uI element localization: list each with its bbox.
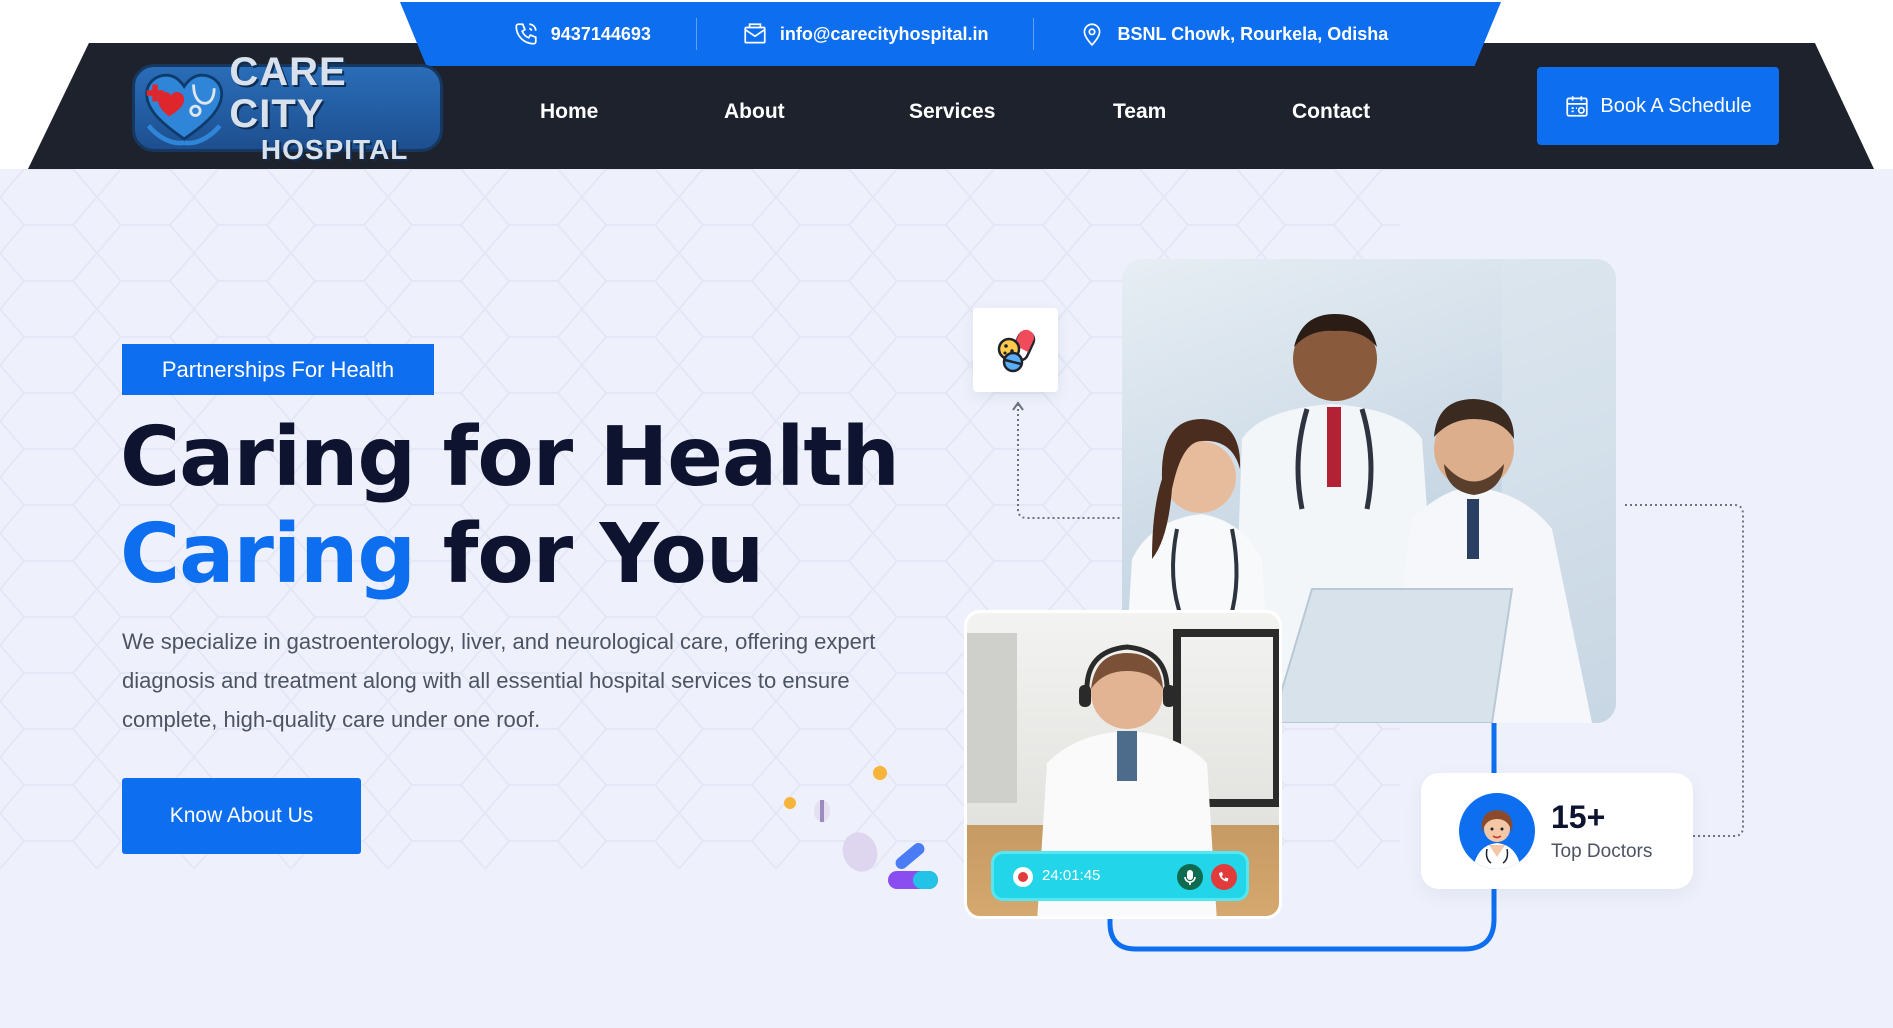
hospital-logo[interactable]: CARE CITY HOSPITAL xyxy=(132,51,443,165)
logo-text-care-city: CARE CITY xyxy=(229,50,347,136)
contact-topbar: 9437144693 info@carecityhospital.in BSNL… xyxy=(400,2,1501,66)
headline-accent-word: Caring xyxy=(120,507,416,602)
address-contact[interactable]: BSNL Chowk, Rourkela, Odisha xyxy=(1033,18,1433,50)
nav-item-home[interactable]: Home xyxy=(540,100,598,124)
book-schedule-button[interactable]: Book A Schedule xyxy=(1537,67,1779,145)
microphone-icon[interactable] xyxy=(1176,863,1204,891)
heart-stethoscope-logo-icon xyxy=(145,73,224,146)
book-schedule-label: Book A Schedule xyxy=(1600,94,1752,117)
email-address: info@carecityhospital.in xyxy=(779,23,989,44)
record-icon[interactable] xyxy=(1012,866,1034,888)
email-contact[interactable]: info@carecityhospital.in xyxy=(695,18,1034,50)
phone-icon xyxy=(515,23,537,45)
nav-item-contact[interactable]: Contact xyxy=(1292,100,1370,124)
doctors-label: Top Doctors xyxy=(1551,841,1653,862)
mail-icon xyxy=(744,23,766,44)
doctor-avatar xyxy=(1459,793,1535,869)
phone-contact[interactable]: 9437144693 xyxy=(468,18,696,50)
hero-headline: Caring for Health Caring for You xyxy=(120,409,900,603)
pills-icon xyxy=(997,329,1035,373)
partnerships-tag: Partnerships For Health xyxy=(122,344,434,395)
calendar-icon xyxy=(1566,96,1588,117)
location-pin-icon xyxy=(1084,23,1101,47)
pills-icon-card xyxy=(973,308,1058,392)
nav-item-team[interactable]: Team xyxy=(1113,100,1166,124)
hero-section: Partnerships For Health Caring for Healt… xyxy=(0,169,1893,1028)
female-doctor-icon xyxy=(1473,810,1521,869)
doctors-count: 15+ xyxy=(1551,799,1606,835)
phone-number: 9437144693 xyxy=(550,23,651,44)
headline-line-2-rest: for You xyxy=(415,507,765,602)
video-consultation-photo: 24:01:45 xyxy=(964,610,1282,919)
headline-line-1: Caring for Health xyxy=(120,410,900,505)
video-call-controls: 24:01:45 xyxy=(991,851,1249,901)
nav-item-about[interactable]: About xyxy=(724,100,785,124)
decorative-pills xyxy=(784,766,938,889)
top-doctors-card: 15+ Top Doctors xyxy=(1421,773,1693,889)
nav-item-services[interactable]: Services xyxy=(909,100,995,124)
know-about-us-button[interactable]: Know About Us xyxy=(122,778,361,854)
logo-text-hospital: HOSPITAL xyxy=(260,134,409,165)
address-text: BSNL Chowk, Rourkela, Odisha xyxy=(1117,23,1389,44)
hero-description: We specialize in gastroenterology, liver… xyxy=(122,629,876,732)
end-call-icon[interactable] xyxy=(1210,863,1238,891)
call-timer: 24:01:45 xyxy=(1042,867,1101,884)
